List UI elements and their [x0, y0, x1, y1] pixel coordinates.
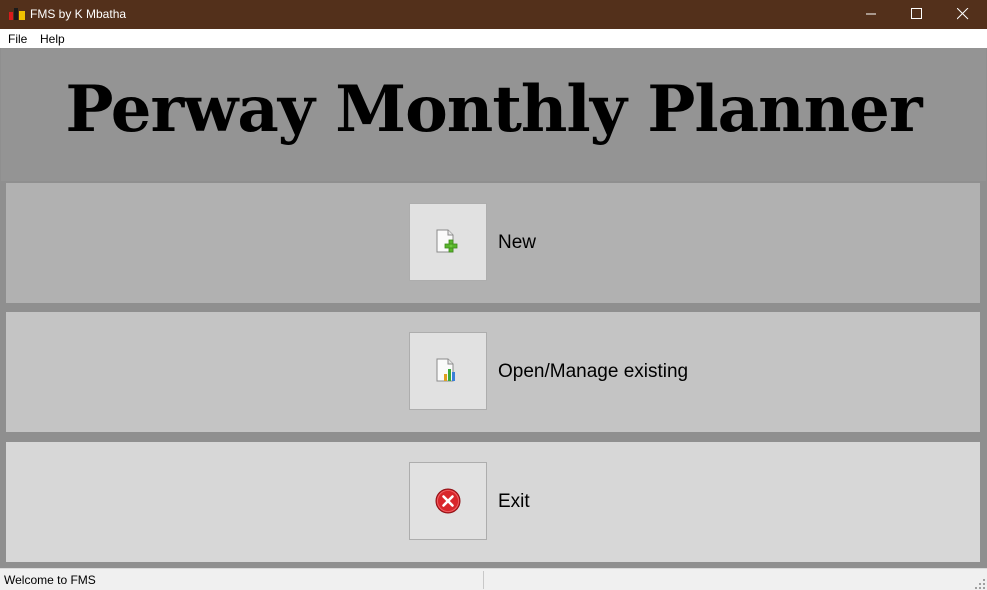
new-label: New [498, 232, 537, 253]
new-document-icon [436, 229, 458, 253]
exit-label: Exit [498, 491, 530, 512]
new-button[interactable] [409, 203, 487, 281]
app-icon [9, 8, 25, 20]
close-button[interactable] [940, 0, 986, 29]
chart-document-icon [436, 358, 455, 382]
exit-panel: Exit [6, 442, 980, 562]
status-bar: Welcome to FMS [0, 568, 987, 590]
open-manage-label: Open/Manage existing [498, 361, 689, 382]
maximize-button[interactable] [894, 0, 940, 29]
close-icon [957, 8, 969, 20]
title-bar[interactable]: FMS by K Mbatha [0, 0, 987, 29]
main-content: Perway Monthly Planner New Open/Manage e… [1, 48, 986, 568]
menu-bar: File Help [0, 29, 987, 48]
menu-file[interactable]: File [8, 32, 27, 46]
exit-icon [435, 488, 461, 514]
open-manage-button[interactable] [409, 332, 487, 410]
resize-grip-icon[interactable] [975, 579, 985, 589]
minimize-button[interactable] [849, 0, 895, 29]
new-panel: New [6, 183, 980, 303]
menu-help[interactable]: Help [40, 32, 65, 46]
app-window: FMS by K Mbatha File Help Perway Monthly… [0, 0, 987, 590]
maximize-icon [911, 8, 922, 19]
status-divider [483, 571, 484, 589]
open-panel: Open/Manage existing [6, 312, 980, 432]
banner: Perway Monthly Planner [1, 48, 986, 181]
window-title: FMS by K Mbatha [30, 7, 127, 21]
exit-button[interactable] [409, 462, 487, 540]
minimize-icon [866, 13, 876, 15]
status-text: Welcome to FMS [4, 573, 96, 587]
page-title: Perway Monthly Planner [65, 72, 922, 147]
